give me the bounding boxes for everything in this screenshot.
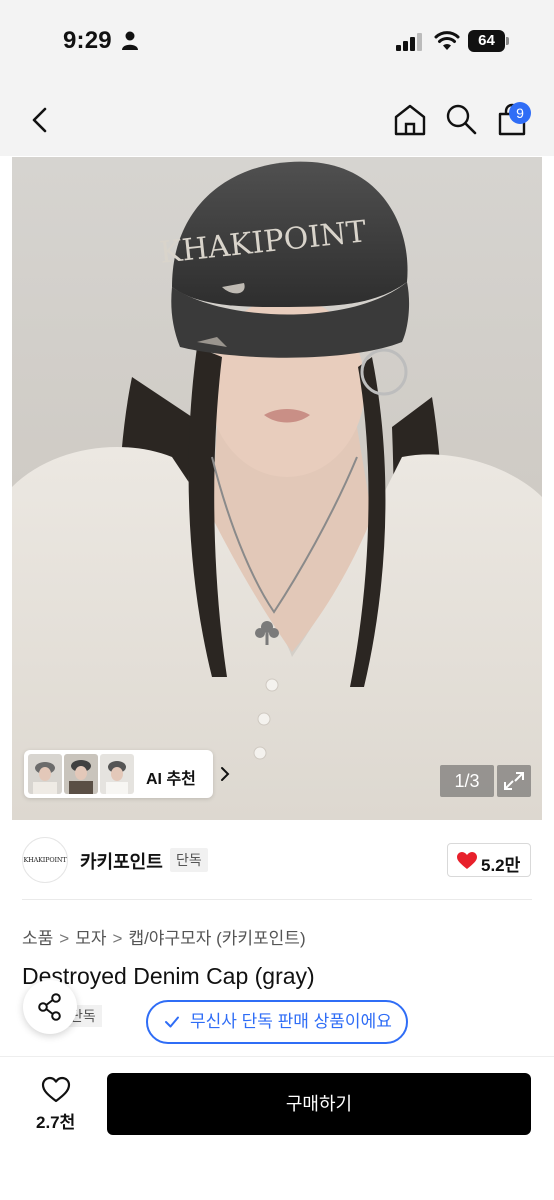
check-icon [165,1016,179,1028]
share-button[interactable] [23,980,77,1034]
chevron-right-icon [221,767,230,781]
wish-count: 2.7천 [36,1113,76,1132]
ai-thumb-1 [28,754,62,794]
battery-level: 64 [468,30,505,52]
status-time: 9:29 [63,27,112,54]
brand-name[interactable]: 카키포인트 [80,848,163,874]
brand-logo[interactable]: KHAKIPOINT [22,837,68,883]
breadcrumb-item[interactable]: 모자 [75,929,106,948]
ai-recommend-button[interactable]: AI 추천 [24,750,230,798]
chevron-right-icon: > [112,929,123,948]
buy-button[interactable]: 구매하기 [107,1073,531,1135]
battery-tip [506,37,509,45]
chevron-right-icon: > [59,929,70,948]
search-icon[interactable] [444,102,478,136]
exclusive-notice-text: 무신사 단독 판매 상품이에요 [190,1012,392,1031]
model-photo: KHAKIPOINT [12,161,542,820]
heart-outline-icon[interactable] [41,1076,71,1104]
battery-indicator: 64 [468,30,510,52]
breadcrumb: 소품 > 모자 > 캡/야구모자 (카키포인트) [22,924,306,949]
ai-recommend-label: AI 추천 [146,771,196,788]
signal-icon [396,33,422,51]
home-icon[interactable] [392,102,428,138]
fullscreen-button[interactable] [497,765,531,797]
ai-thumb-3 [100,754,134,794]
expand-icon [504,772,524,790]
cart-count-badge: 9 [509,102,531,124]
share-icon [38,993,61,1021]
breadcrumb-item[interactable]: 캡/야구모자 (카키포인트) [128,929,305,948]
back-icon[interactable] [26,104,54,136]
person-icon [122,31,138,50]
nav-bar [0,84,554,156]
status-bar: 9:29 64 [0,0,554,84]
divider [22,899,532,900]
wifi-icon [434,31,460,50]
breadcrumb-item[interactable]: 소품 [22,929,53,948]
gallery-page-indicator: 1/3 [440,765,494,797]
product-image[interactable]: KHAKIPOINT [12,157,542,820]
brand-exclusive-tag: 단독 [170,848,208,872]
exclusive-notice-toast[interactable]: 무신사 단독 판매 상품이에요 [146,1000,408,1044]
brand-like-button[interactable]: 5.2만 [447,843,531,877]
ai-thumb-2 [64,754,98,794]
like-count: 5.2만 [481,856,521,875]
heart-filled-icon [457,852,477,869]
